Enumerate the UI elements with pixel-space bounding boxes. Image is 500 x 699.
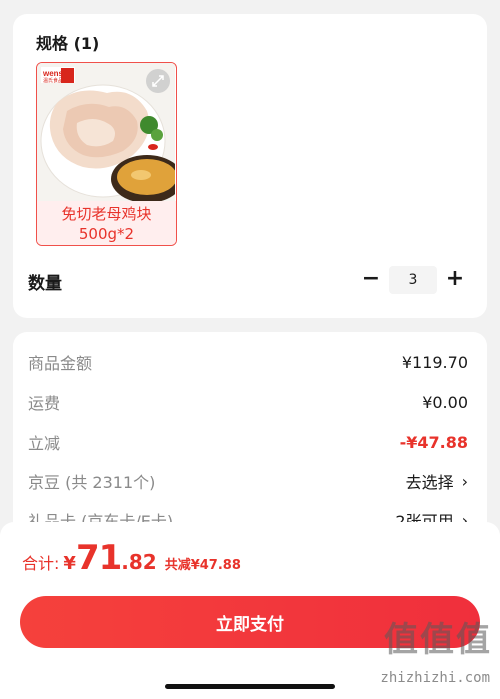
- price-row-value: -¥47.88: [399, 432, 468, 452]
- svg-text:wens: wens: [42, 69, 64, 78]
- sku-name: 免切老母鸡块: [61, 205, 152, 223]
- price-breakdown-card: 商品金额 ¥119.70 运费 ¥0.00 立减 -¥47.88 京豆 (共 2…: [13, 332, 487, 552]
- total-integer: 71: [75, 538, 122, 578]
- sku-caption: 免切老母鸡块 500g*2: [37, 201, 176, 245]
- price-row-value: 去选择: [405, 473, 454, 492]
- price-row-label: 运费: [28, 394, 61, 413]
- spec-card: 规格 (1) wens 温氏食品 免切老母鸡块 500g*2 数量 − 3 +: [13, 14, 487, 318]
- spec-title: 规格 (1): [36, 34, 100, 53]
- watermark-url: zhizhizhi.com: [380, 670, 490, 686]
- sku-option[interactable]: wens 温氏食品 免切老母鸡块 500g*2: [36, 62, 177, 246]
- quantity-label: 数量: [28, 274, 62, 294]
- price-row-jingdou[interactable]: 京豆 (共 2311个) 去选择 ›: [28, 469, 474, 493]
- home-indicator[interactable]: [165, 684, 335, 689]
- order-total: 合计: ¥ 71 .82 共减¥47.88: [22, 538, 241, 578]
- expand-icon[interactable]: [146, 69, 170, 93]
- price-row-value: ¥119.70: [401, 352, 468, 372]
- quantity-decrement-button[interactable]: −: [358, 266, 384, 292]
- watermark: 值值值: [384, 620, 492, 660]
- total-label: 合计:: [22, 554, 60, 573]
- price-row-discount: 立减 -¥47.88: [28, 430, 474, 454]
- price-row-label: 立减: [28, 434, 61, 453]
- price-row-value: ¥0.00: [422, 392, 468, 412]
- quantity-input[interactable]: 3: [389, 266, 437, 294]
- sku-variant: 500g*2: [78, 225, 135, 243]
- price-row-label: 商品金额: [28, 354, 93, 373]
- svg-text:温氏食品: 温氏食品: [43, 77, 63, 84]
- price-row-subtotal: 商品金额 ¥119.70: [28, 350, 474, 374]
- price-row-label: 京豆 (共 2311个): [28, 473, 156, 492]
- quantity-increment-button[interactable]: +: [442, 266, 468, 292]
- chevron-right-icon: ›: [461, 471, 468, 491]
- price-row-shipping: 运费 ¥0.00: [28, 390, 474, 414]
- total-saved: 共减¥47.88: [164, 558, 241, 573]
- total-decimal: .82: [121, 550, 157, 574]
- total-currency: ¥: [63, 553, 76, 574]
